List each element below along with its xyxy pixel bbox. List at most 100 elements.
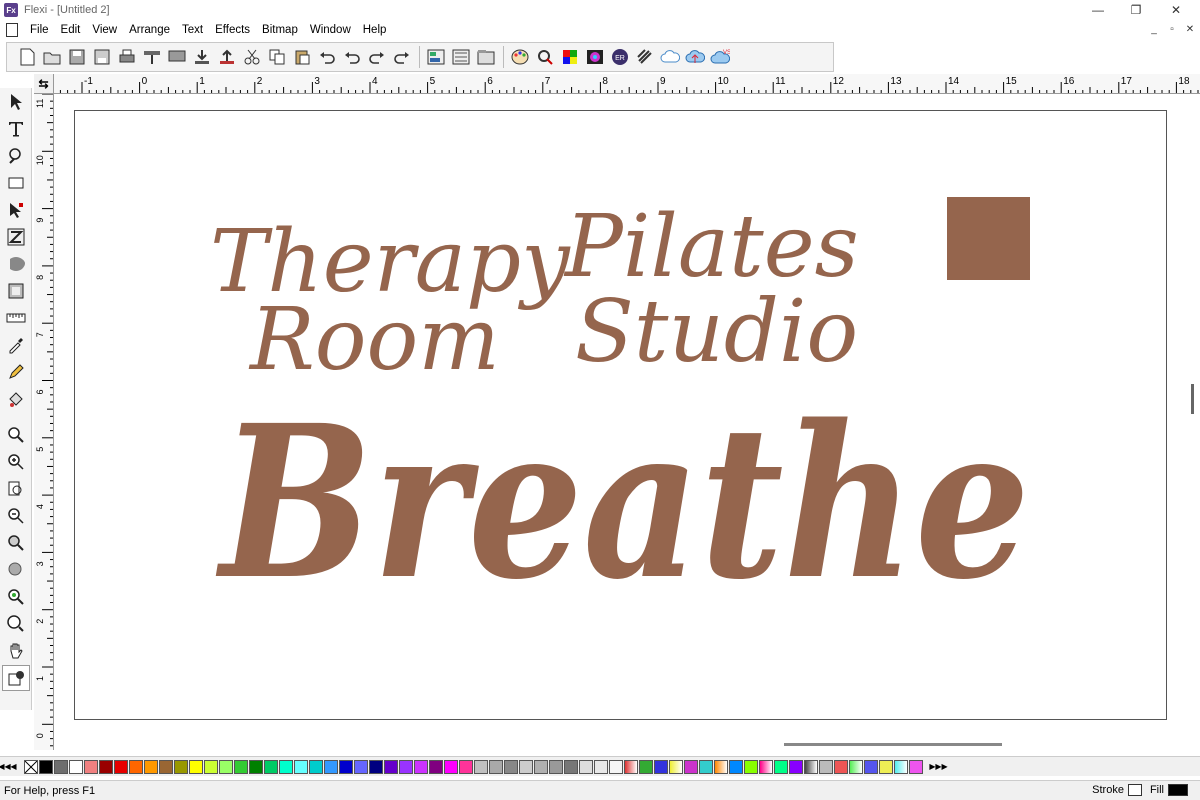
scissors-icon[interactable]: [240, 46, 263, 68]
properties-icon[interactable]: [474, 46, 497, 68]
horizontal-scrollbar[interactable]: [54, 740, 1186, 752]
horizontal-scroll-thumb[interactable]: [784, 743, 1002, 746]
color-swatch[interactable]: [564, 759, 578, 774]
color-swatch[interactable]: [54, 759, 68, 774]
text-tool-icon[interactable]: [2, 116, 30, 142]
undo-icon[interactable]: [315, 46, 338, 68]
color-swatch[interactable]: [444, 759, 458, 774]
document-icon[interactable]: [6, 23, 18, 37]
color-swatch[interactable]: [504, 759, 518, 774]
menu-window[interactable]: Window: [304, 20, 357, 40]
pattern-swatch[interactable]: [639, 759, 653, 774]
select-arrow-icon[interactable]: [2, 89, 30, 115]
hand-pan-icon[interactable]: [2, 638, 30, 664]
pattern-swatch[interactable]: [864, 759, 878, 774]
menu-arrange[interactable]: Arrange: [123, 20, 176, 40]
pattern-swatch[interactable]: [684, 759, 698, 774]
menu-view[interactable]: View: [86, 20, 123, 40]
color-swatch[interactable]: [99, 759, 113, 774]
pattern-swatch[interactable]: [699, 759, 713, 774]
restore-icon[interactable]: ❐: [1118, 0, 1154, 20]
zoom-fit-icon[interactable]: [2, 530, 30, 556]
pattern-swatch[interactable]: [789, 759, 803, 774]
color-swatch[interactable]: [309, 759, 323, 774]
color-palette-icon[interactable]: [508, 46, 531, 68]
rectangle-tool-icon[interactable]: [2, 170, 30, 196]
pattern-swatch[interactable]: [744, 759, 758, 774]
stroke-color-box[interactable]: [1127, 784, 1142, 796]
ruler-origin-button[interactable]: ⇆: [34, 74, 54, 94]
color-swatch[interactable]: [369, 759, 383, 774]
pencil-icon[interactable]: [2, 359, 30, 385]
color-picker-icon[interactable]: [533, 46, 556, 68]
pattern-swatch[interactable]: [729, 759, 743, 774]
doc-restore-icon[interactable]: ▫: [1164, 22, 1180, 36]
color-swatch[interactable]: [474, 759, 488, 774]
redo-list-icon[interactable]: [390, 46, 413, 68]
color-swatch[interactable]: [249, 759, 263, 774]
copy-icon[interactable]: [265, 46, 288, 68]
close-icon[interactable]: ✕: [1158, 0, 1194, 20]
color-swatch[interactable]: [579, 759, 593, 774]
color-swatch[interactable]: [129, 759, 143, 774]
zoom-selected-icon[interactable]: [2, 557, 30, 583]
pattern-swatch[interactable]: [834, 759, 848, 774]
new-file-icon[interactable]: [15, 46, 38, 68]
color-swatch[interactable]: [294, 759, 308, 774]
pattern-swatch[interactable]: [714, 759, 728, 774]
stroke-fill-icon[interactable]: [2, 665, 30, 691]
no-color-swatch[interactable]: [24, 759, 38, 774]
color-swatch[interactable]: [69, 759, 83, 774]
distribute-icon[interactable]: [449, 46, 472, 68]
vertical-scroll-thumb[interactable]: [1191, 384, 1194, 414]
zigzag-tool-icon[interactable]: [2, 224, 30, 250]
brown-square-shape[interactable]: [947, 197, 1030, 280]
pattern-swatch[interactable]: [819, 759, 833, 774]
color-swatch[interactable]: [84, 759, 98, 774]
cloud-icon[interactable]: [658, 46, 681, 68]
pattern-swatch[interactable]: [804, 759, 818, 774]
pattern-swatch[interactable]: [669, 759, 683, 774]
color-swatch[interactable]: [549, 759, 563, 774]
zoom-1to1-icon[interactable]: [2, 611, 30, 637]
color-swatch[interactable]: [534, 759, 548, 774]
cut-plot-icon[interactable]: [165, 46, 188, 68]
cloud-upload-vs-icon[interactable]: VS: [708, 46, 731, 68]
color-swatch[interactable]: [519, 759, 533, 774]
palette-first-icon[interactable]: ◀◀: [0, 760, 11, 774]
doc-close-icon[interactable]: ✕: [1182, 22, 1198, 36]
color-swatch[interactable]: [594, 759, 608, 774]
menu-effects[interactable]: Effects: [209, 20, 256, 40]
ruler-measure-icon[interactable]: [2, 305, 30, 331]
zoom-page-icon[interactable]: [2, 476, 30, 502]
menu-edit[interactable]: Edit: [55, 20, 87, 40]
color-swatch[interactable]: [384, 759, 398, 774]
text-breathe[interactable]: Breathe: [216, 379, 1030, 626]
color-swatch[interactable]: [264, 759, 278, 774]
paint-bucket-icon[interactable]: [2, 386, 30, 412]
zoom-tool-icon[interactable]: [2, 422, 30, 448]
color-swatch[interactable]: [399, 759, 413, 774]
pattern-swatch[interactable]: [624, 759, 638, 774]
color-swatch[interactable]: [354, 759, 368, 774]
minimize-icon[interactable]: —: [1080, 0, 1116, 20]
color-swatch[interactable]: [219, 759, 233, 774]
redo-icon[interactable]: [365, 46, 388, 68]
color-swatch[interactable]: [279, 759, 293, 774]
pattern-swatch[interactable]: [909, 759, 923, 774]
menu-bitmap[interactable]: Bitmap: [256, 20, 304, 40]
zoom-out-icon[interactable]: [2, 503, 30, 529]
design-page[interactable]: Therapy Pilates Room Studio Breathe: [74, 110, 1167, 720]
vertical-scrollbar[interactable]: [1186, 94, 1200, 750]
eyedropper-icon[interactable]: [2, 332, 30, 358]
color-swatch[interactable]: [159, 759, 173, 774]
import-icon[interactable]: [190, 46, 213, 68]
menu-text[interactable]: Text: [176, 20, 209, 40]
er-badge-icon[interactable]: ER: [608, 46, 631, 68]
plot-icon[interactable]: [140, 46, 163, 68]
menu-help[interactable]: Help: [357, 20, 393, 40]
hatch-icon[interactable]: [633, 46, 656, 68]
palette-last-icon[interactable]: ▶▶: [935, 760, 947, 774]
pattern-swatch[interactable]: [894, 759, 908, 774]
color-swatch[interactable]: [609, 759, 623, 774]
